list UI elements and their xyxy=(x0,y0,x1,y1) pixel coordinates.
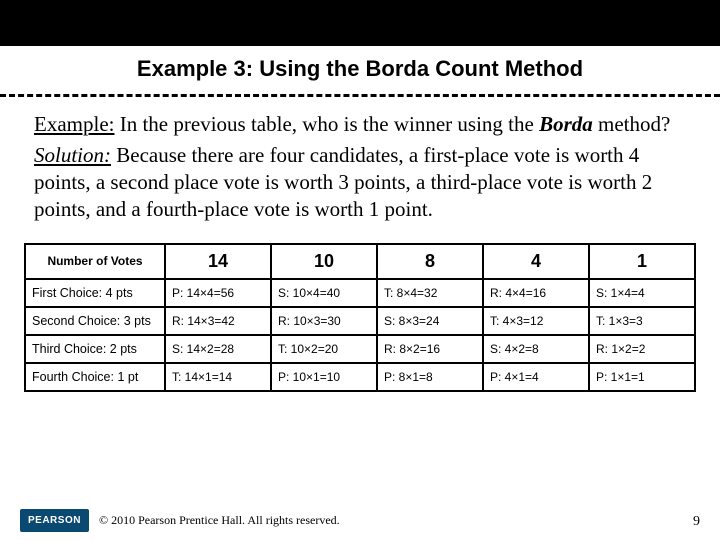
example-label: Example: xyxy=(34,112,114,136)
page-number: 9 xyxy=(693,514,700,530)
cell: P: 10×1=10 xyxy=(271,363,377,391)
cell: P: 4×1=4 xyxy=(483,363,589,391)
cell: P: 14×4=56 xyxy=(165,279,271,307)
cell: T: 4×3=12 xyxy=(483,307,589,335)
cell: T: 1×3=3 xyxy=(589,307,695,335)
cell: S: 8×3=24 xyxy=(377,307,483,335)
example-paragraph: Example: In the previous table, who is t… xyxy=(34,111,686,138)
cell: T: 14×1=14 xyxy=(165,363,271,391)
row-label: First Choice: 4 pts xyxy=(25,279,165,307)
table-row: Third Choice: 2 pts S: 14×2=28 T: 10×2=2… xyxy=(25,335,695,363)
table-header-row: Number of Votes 14 10 8 4 1 xyxy=(25,244,695,279)
header-col-2: 8 xyxy=(377,244,483,279)
table-row: Second Choice: 3 pts R: 14×3=42 R: 10×3=… xyxy=(25,307,695,335)
body-text: Example: In the previous table, who is t… xyxy=(0,107,720,237)
divider-dashes xyxy=(0,94,720,97)
example-tail: method? xyxy=(593,112,671,136)
table-wrapper: Number of Votes 14 10 8 4 1 First Choice… xyxy=(0,237,720,392)
cell: R: 4×4=16 xyxy=(483,279,589,307)
cell: P: 1×1=1 xyxy=(589,363,695,391)
cell: T: 8×4=32 xyxy=(377,279,483,307)
solution-paragraph: Solution: Because there are four candida… xyxy=(34,142,686,223)
copyright-text: © 2010 Pearson Prentice Hall. All rights… xyxy=(99,513,340,528)
cell: P: 8×1=8 xyxy=(377,363,483,391)
cell: S: 1×4=4 xyxy=(589,279,695,307)
table-row: Fourth Choice: 1 pt T: 14×1=14 P: 10×1=1… xyxy=(25,363,695,391)
borda-table: Number of Votes 14 10 8 4 1 First Choice… xyxy=(24,243,696,392)
cell: R: 14×3=42 xyxy=(165,307,271,335)
example-text: In the previous table, who is the winner… xyxy=(114,112,539,136)
table-row: First Choice: 4 pts P: 14×4=56 S: 10×4=4… xyxy=(25,279,695,307)
row-label: Fourth Choice: 1 pt xyxy=(25,363,165,391)
cell: R: 8×2=16 xyxy=(377,335,483,363)
solution-text: Because there are four candidates, a fir… xyxy=(34,143,652,221)
pearson-logo: PEARSON xyxy=(20,509,89,532)
row-label: Third Choice: 2 pts xyxy=(25,335,165,363)
cell: T: 10×2=20 xyxy=(271,335,377,363)
slide-title: Example 3: Using the Borda Count Method xyxy=(0,46,720,90)
cell: S: 14×2=28 xyxy=(165,335,271,363)
borda-word: Borda xyxy=(539,112,593,136)
cell: S: 10×4=40 xyxy=(271,279,377,307)
solution-label: Solution: xyxy=(34,143,111,167)
cell: R: 10×3=30 xyxy=(271,307,377,335)
row-label: Second Choice: 3 pts xyxy=(25,307,165,335)
cell: S: 4×2=8 xyxy=(483,335,589,363)
header-col-4: 1 xyxy=(589,244,695,279)
header-col-1: 10 xyxy=(271,244,377,279)
cell: R: 1×2=2 xyxy=(589,335,695,363)
footer: PEARSON © 2010 Pearson Prentice Hall. Al… xyxy=(0,509,720,532)
header-col-0: 14 xyxy=(165,244,271,279)
header-label: Number of Votes xyxy=(25,244,165,279)
header-col-3: 4 xyxy=(483,244,589,279)
top-banner xyxy=(0,0,720,46)
